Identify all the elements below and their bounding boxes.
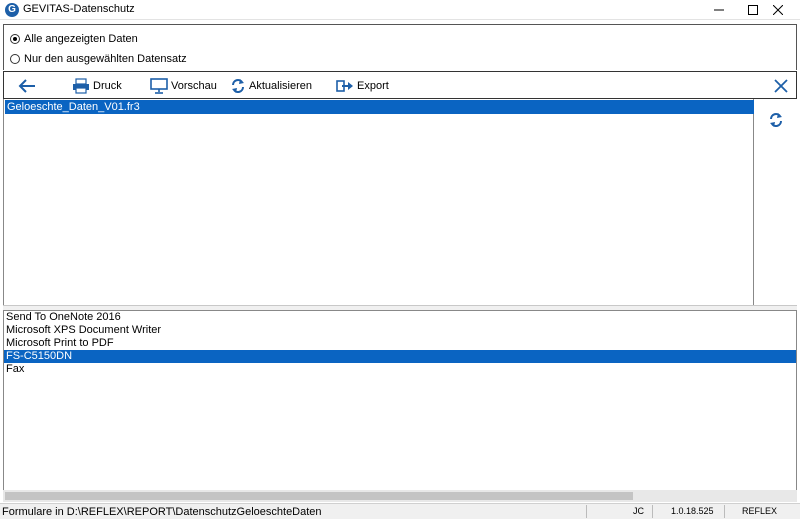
export-icon bbox=[336, 79, 354, 93]
radio-selected-record-button[interactable] bbox=[10, 54, 20, 64]
status-path: Formulare in D:\REFLEX\REPORT\Datenschut… bbox=[2, 506, 322, 518]
status-bar: Formulare in D:\REFLEX\REPORT\Datenschut… bbox=[0, 503, 800, 519]
app-icon: G bbox=[5, 3, 19, 17]
monitor-icon bbox=[150, 78, 168, 94]
printer-list[interactable]: Send To OneNote 2016 Microsoft XPS Docum… bbox=[3, 311, 797, 501]
status-product: REFLEX bbox=[742, 506, 778, 516]
status-version: 1.0.18.525 bbox=[671, 506, 714, 516]
close-dialog-button[interactable] bbox=[774, 76, 788, 96]
radio-all-data-button[interactable] bbox=[10, 34, 20, 44]
list-item[interactable]: FS-C5150DN bbox=[4, 350, 796, 363]
close-window-button[interactable] bbox=[756, 0, 800, 20]
status-divider bbox=[586, 505, 587, 518]
refresh-button[interactable]: Aktualisieren bbox=[230, 76, 312, 96]
refresh-label: Aktualisieren bbox=[249, 80, 312, 92]
title-bar: G GEVITAS-Datenschutz bbox=[0, 0, 800, 20]
back-button[interactable] bbox=[18, 76, 36, 96]
list-item[interactable]: Microsoft XPS Document Writer bbox=[4, 324, 796, 337]
refresh-icon bbox=[230, 78, 246, 94]
preview-button[interactable]: Vorschau bbox=[150, 76, 217, 96]
scrollbar-thumb[interactable] bbox=[5, 492, 633, 500]
refresh-reports-button[interactable] bbox=[768, 112, 784, 131]
window-title: GEVITAS-Datenschutz bbox=[23, 3, 135, 15]
horizontal-scrollbar[interactable] bbox=[3, 490, 797, 502]
list-item[interactable]: Geloeschte_Daten_V01.fr3 bbox=[5, 100, 754, 114]
export-button[interactable]: Export bbox=[336, 76, 389, 96]
list-item[interactable]: Fax bbox=[4, 363, 796, 376]
radio-all-data-label: Alle angezeigten Daten bbox=[24, 33, 138, 45]
preview-label: Vorschau bbox=[171, 80, 217, 92]
close-icon bbox=[774, 79, 788, 93]
status-divider bbox=[724, 505, 725, 518]
status-user: JC bbox=[633, 506, 644, 516]
minimize-icon bbox=[714, 9, 724, 11]
print-label: Druck bbox=[93, 80, 122, 92]
list-item[interactable]: Send To OneNote 2016 bbox=[4, 311, 796, 324]
arrow-left-icon bbox=[18, 79, 35, 93]
radio-selected-record-label: Nur den ausgewählten Datensatz bbox=[24, 53, 187, 65]
list-item[interactable]: Microsoft Print to PDF bbox=[4, 337, 796, 350]
toolbar: Druck Vorschau Aktualisieren Export bbox=[3, 71, 797, 99]
radio-all-data[interactable]: Alle angezeigten Daten bbox=[10, 31, 138, 47]
export-label: Export bbox=[357, 80, 389, 92]
status-divider bbox=[652, 505, 653, 518]
report-list[interactable]: Geloeschte_Daten_V01.fr3 bbox=[3, 99, 754, 305]
close-icon bbox=[773, 5, 783, 15]
print-button[interactable]: Druck bbox=[72, 76, 122, 96]
selection-options-group: Alle angezeigten Daten Nur den ausgewähl… bbox=[3, 24, 797, 70]
printer-icon bbox=[72, 78, 90, 94]
radio-selected-record[interactable]: Nur den ausgewählten Datensatz bbox=[10, 51, 187, 67]
refresh-icon bbox=[770, 113, 782, 127]
